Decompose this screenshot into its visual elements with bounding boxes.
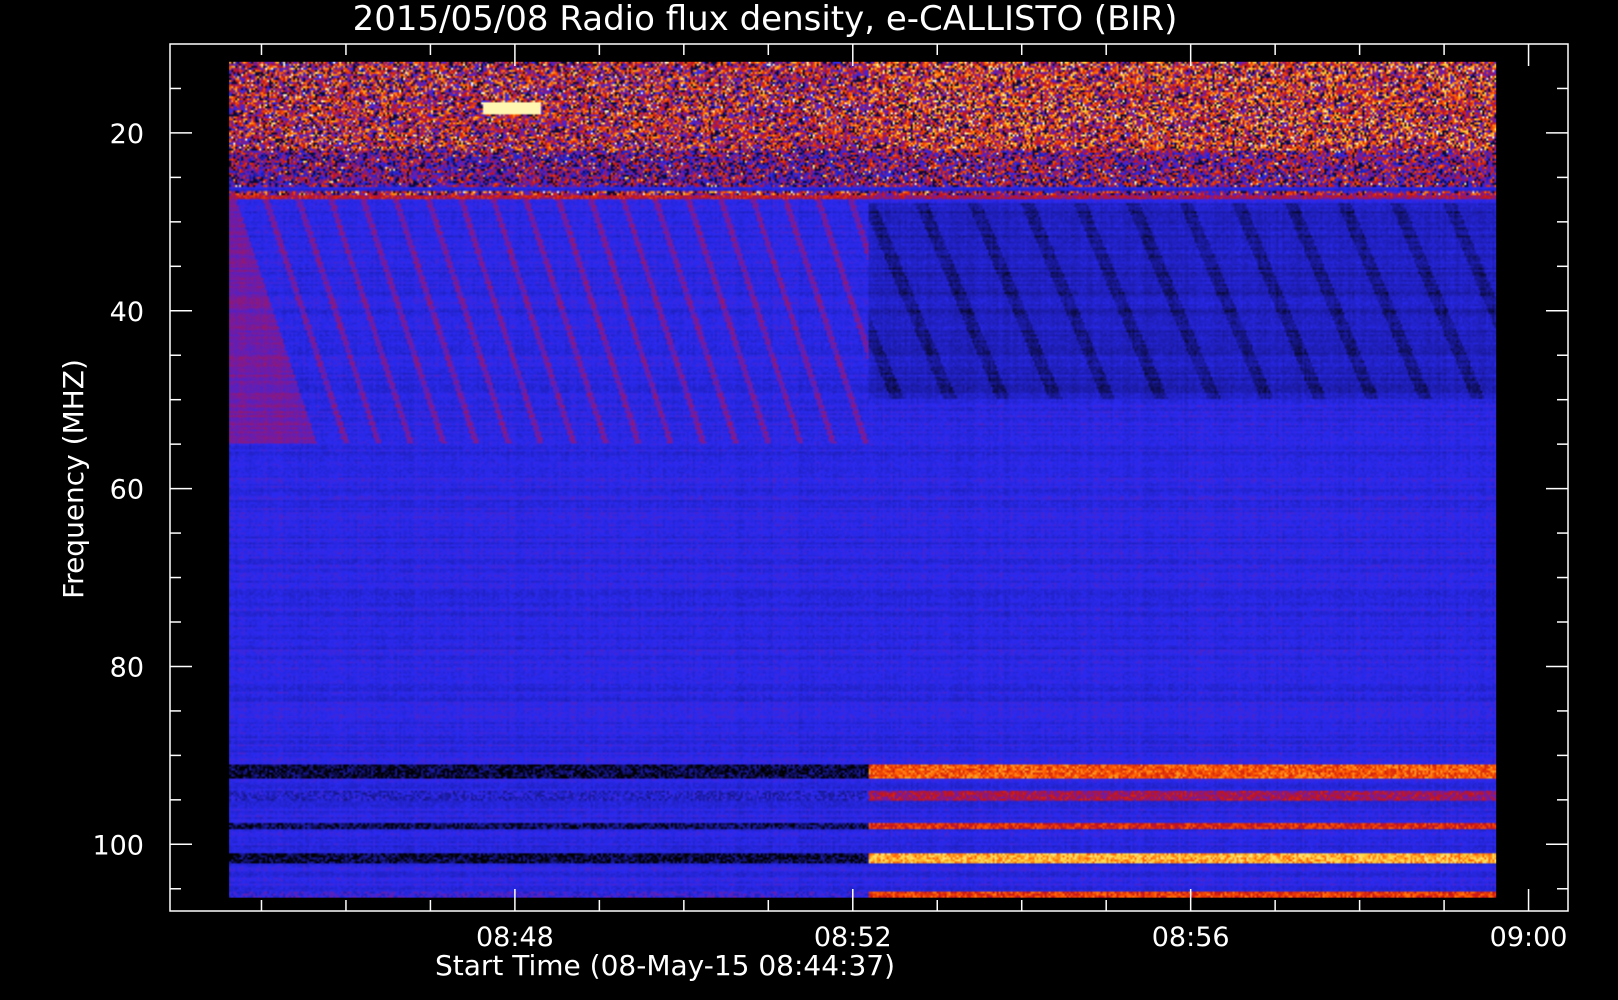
y-tick-label: 80 [110,652,144,683]
x-axis-label: Start Time (08-May-15 08:44:37) [435,949,895,982]
x-tick-label: 08:48 [476,922,554,953]
spectrogram-heatmap [229,61,1497,898]
x-tick-label: 08:52 [814,922,892,953]
y-tick-label: 40 [110,297,144,328]
spectrogram-figure: 2015/05/08 Radio flux density, e-CALLIST… [0,0,1618,1000]
y-tick-label: 100 [92,830,144,861]
y-tick-label: 20 [110,119,144,150]
spectrogram-chart: 2015/05/08 Radio flux density, e-CALLIST… [0,0,1618,1000]
x-tick-label: 09:00 [1490,922,1568,953]
y-tick-label: 60 [110,475,144,506]
y-axis-label: Frequency (MHZ) [57,359,90,599]
chart-title: 2015/05/08 Radio flux density, e-CALLIST… [353,0,1178,39]
x-tick-label: 08:56 [1152,922,1230,953]
